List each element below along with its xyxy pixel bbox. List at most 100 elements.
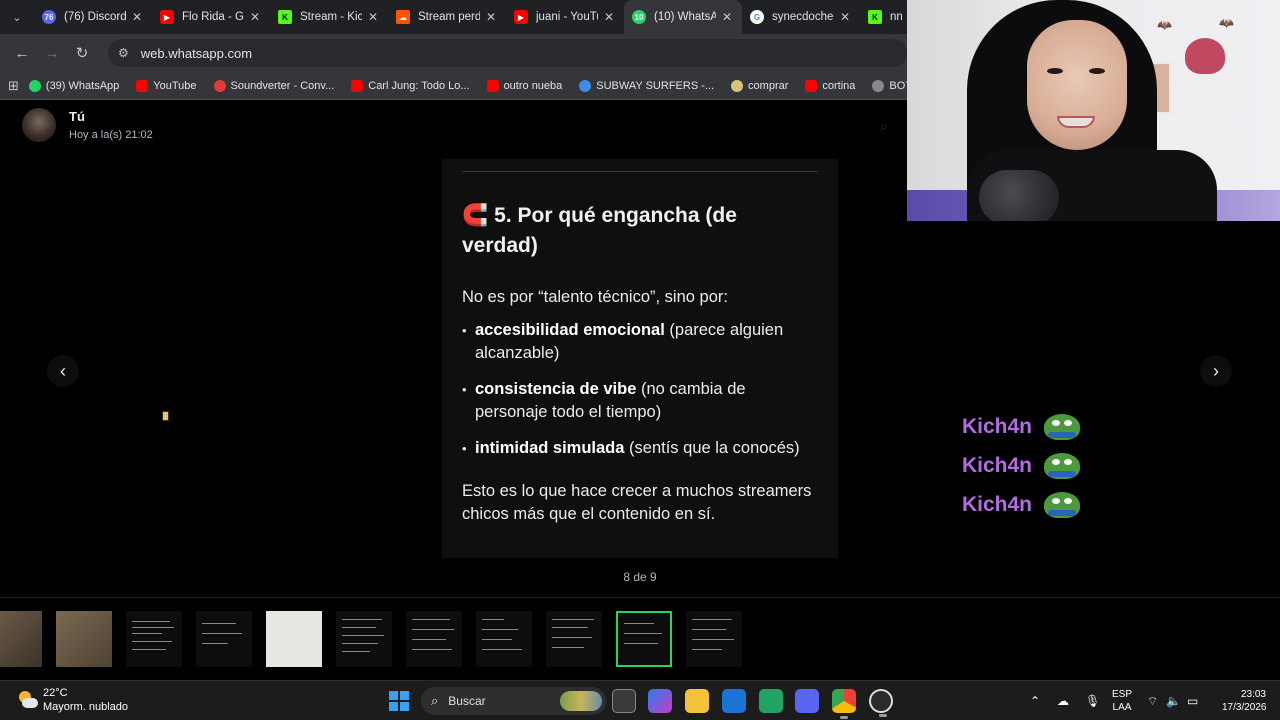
tab-kick-2[interactable]: K nnic [860,0,902,34]
next-media-button[interactable]: › [1200,355,1232,387]
bookmark-label: YouTube [153,79,197,92]
site-info-icon[interactable]: ⚙ [118,46,129,60]
bookmark-label: comprar [748,79,789,92]
botrix-icon [872,79,885,92]
close-icon[interactable]: ✕ [838,10,852,24]
media-thumbnail[interactable] [266,611,322,667]
input-language[interactable]: ESP LAA [1112,688,1132,714]
zoom-icon[interactable]: ⌕ [880,118,888,135]
divider [462,171,818,172]
onedrive-icon[interactable]: ☁ [1057,681,1069,720]
url-input[interactable]: ⚙ web.whatsapp.com [108,39,907,67]
media-thumbnail[interactable] [546,611,602,667]
bookmark-label: Soundverter - Conv... [230,79,335,92]
kick-icon: K [868,10,882,24]
media-thumbnail[interactable] [196,611,252,667]
address-bar: ← → ↻ ⚙ web.whatsapp.com [0,34,907,72]
chrome-icon[interactable] [832,689,856,719]
soundverter-icon [213,79,226,92]
task-view-icon[interactable] [612,689,636,713]
tab-kick-stream[interactable]: K Stream - Kick ✕ [270,0,388,34]
microphone-icon[interactable]: 🎙 [1085,681,1100,720]
media-thumbnail[interactable] [0,611,42,667]
notepad-icon[interactable] [722,689,746,713]
reload-icon[interactable]: ↻ [68,39,96,67]
apps-grid-icon[interactable]: ⊞ [8,78,19,94]
windows-start-icon[interactable] [389,691,409,711]
media-thumbnail[interactable] [56,611,112,667]
tab-whatsapp[interactable]: 10 (10) WhatsAp ✕ [624,0,742,34]
tab-title: nnic [890,11,902,23]
battery-icon[interactable]: ▭ [1187,681,1198,720]
youtube-icon [351,79,364,92]
avatar [22,108,56,142]
bookmark-label: Carl Jung: Todo Lo... [368,79,470,92]
bullet-bold: consistencia de vibe [475,380,637,398]
media-thumbnail[interactable] [336,611,392,667]
obs-icon[interactable] [869,689,893,717]
slide-bullet: intimidad simulada (sentís que la conocé… [462,437,818,460]
keyboard-layout: LAA [1112,702,1132,713]
tab-google-search[interactable]: G synecdoche c ✕ [742,0,860,34]
bookmark-whatsapp[interactable]: (39) WhatsApp [28,79,120,92]
chat-username: Kich4n [962,453,1033,477]
tab-title: Stream perdc [418,11,480,23]
media-thumbnail[interactable] [686,611,742,667]
media-image: 🧲 5. Por qué engancha (de verdad) No es p… [442,159,838,558]
bullet-bold: intimidad simulada [475,439,625,457]
forward-arrow-icon[interactable]: → [38,39,66,67]
close-icon[interactable]: ✕ [130,10,144,24]
tab-search-button[interactable]: ⌄ [0,0,34,34]
slide-bullet: consistencia de vibe (no cambia de perso… [462,378,818,424]
weather-temperature: 22°C [43,687,68,699]
slide-bullets: accesibilidad emocional (parece alguien … [462,319,818,460]
back-arrow-icon[interactable]: ← [8,39,36,67]
bookmark-subway-surfers[interactable]: SUBWAY SURFERS -... [579,79,714,92]
weather-widget[interactable]: 22°C Mayorm. nublado [16,687,128,713]
media-thumbnail[interactable] [406,611,462,667]
tab-discord[interactable]: 76 (76) Discord | ✕ [34,0,152,34]
previous-media-button[interactable]: ‹ [47,355,79,387]
bookmark-soundverter[interactable]: Soundverter - Conv... [213,79,335,92]
tab-youtube-juani[interactable]: ▶ juani - YouTu ✕ [506,0,624,34]
tab-soundcloud[interactable]: ☁ Stream perdc ✕ [388,0,506,34]
bookmark-outro[interactable]: outro nueba [486,79,562,92]
tray-overflow-icon[interactable]: ⌃ [1030,681,1040,720]
system-clock[interactable]: 23:03 17/3/2026 [1222,688,1267,714]
bookmark-comprar[interactable]: comprar [731,79,789,92]
discord-icon: 76 [42,10,56,24]
slide-outro: Esto es lo que hace crecer a muchos stre… [462,482,812,523]
bullet-bold: accesibilidad emocional [475,321,665,339]
chat-message: Kich4n [962,446,1081,485]
slide-title-text: 5. Por qué engancha (de verdad) [462,204,737,257]
close-icon[interactable]: ✕ [484,10,498,24]
tab-title: juani - YouTu [536,11,598,23]
media-thumbnail[interactable] [476,611,532,667]
volume-icon[interactable]: 🔈 [1166,681,1181,720]
bookmark-cortina[interactable]: cortina [805,79,855,92]
bookmark-label: (39) WhatsApp [45,79,120,92]
close-icon[interactable]: ✕ [248,10,262,24]
bookmark-carl-jung[interactable]: Carl Jung: Todo Lo... [351,79,470,92]
search-icon: ⌕ [431,693,439,708]
media-thumbnail[interactable] [126,611,182,667]
bullet-text: (sentís que la conocés) [624,439,800,457]
wifi-icon[interactable]: ⌔ [1147,681,1158,720]
close-icon[interactable]: ✕ [366,10,380,24]
discord-icon[interactable] [795,689,819,713]
magnet-icon: 🧲 [462,204,489,227]
copilot-icon[interactable] [648,689,672,713]
media-counter: 8 de 9 [623,570,657,584]
excel-icon[interactable] [759,689,783,713]
taskbar-search[interactable]: ⌕ Buscar [421,687,606,715]
microphone [979,170,1059,221]
close-icon[interactable]: ✕ [720,10,734,24]
media-sender[interactable]: Tú Hoy a la(s) 21:02 [22,108,153,142]
tab-strip: ⌄ 76 (76) Discord | ✕ ▶ Flo Rida - Go ✕ … [0,0,907,34]
close-icon[interactable]: ✕ [602,10,616,24]
file-explorer-icon[interactable] [685,689,709,713]
youtube-icon [136,79,149,92]
tab-youtube-flo-rida[interactable]: ▶ Flo Rida - Go ✕ [152,0,270,34]
media-thumbnail-selected[interactable] [616,611,672,667]
bookmark-youtube[interactable]: YouTube [136,79,197,92]
